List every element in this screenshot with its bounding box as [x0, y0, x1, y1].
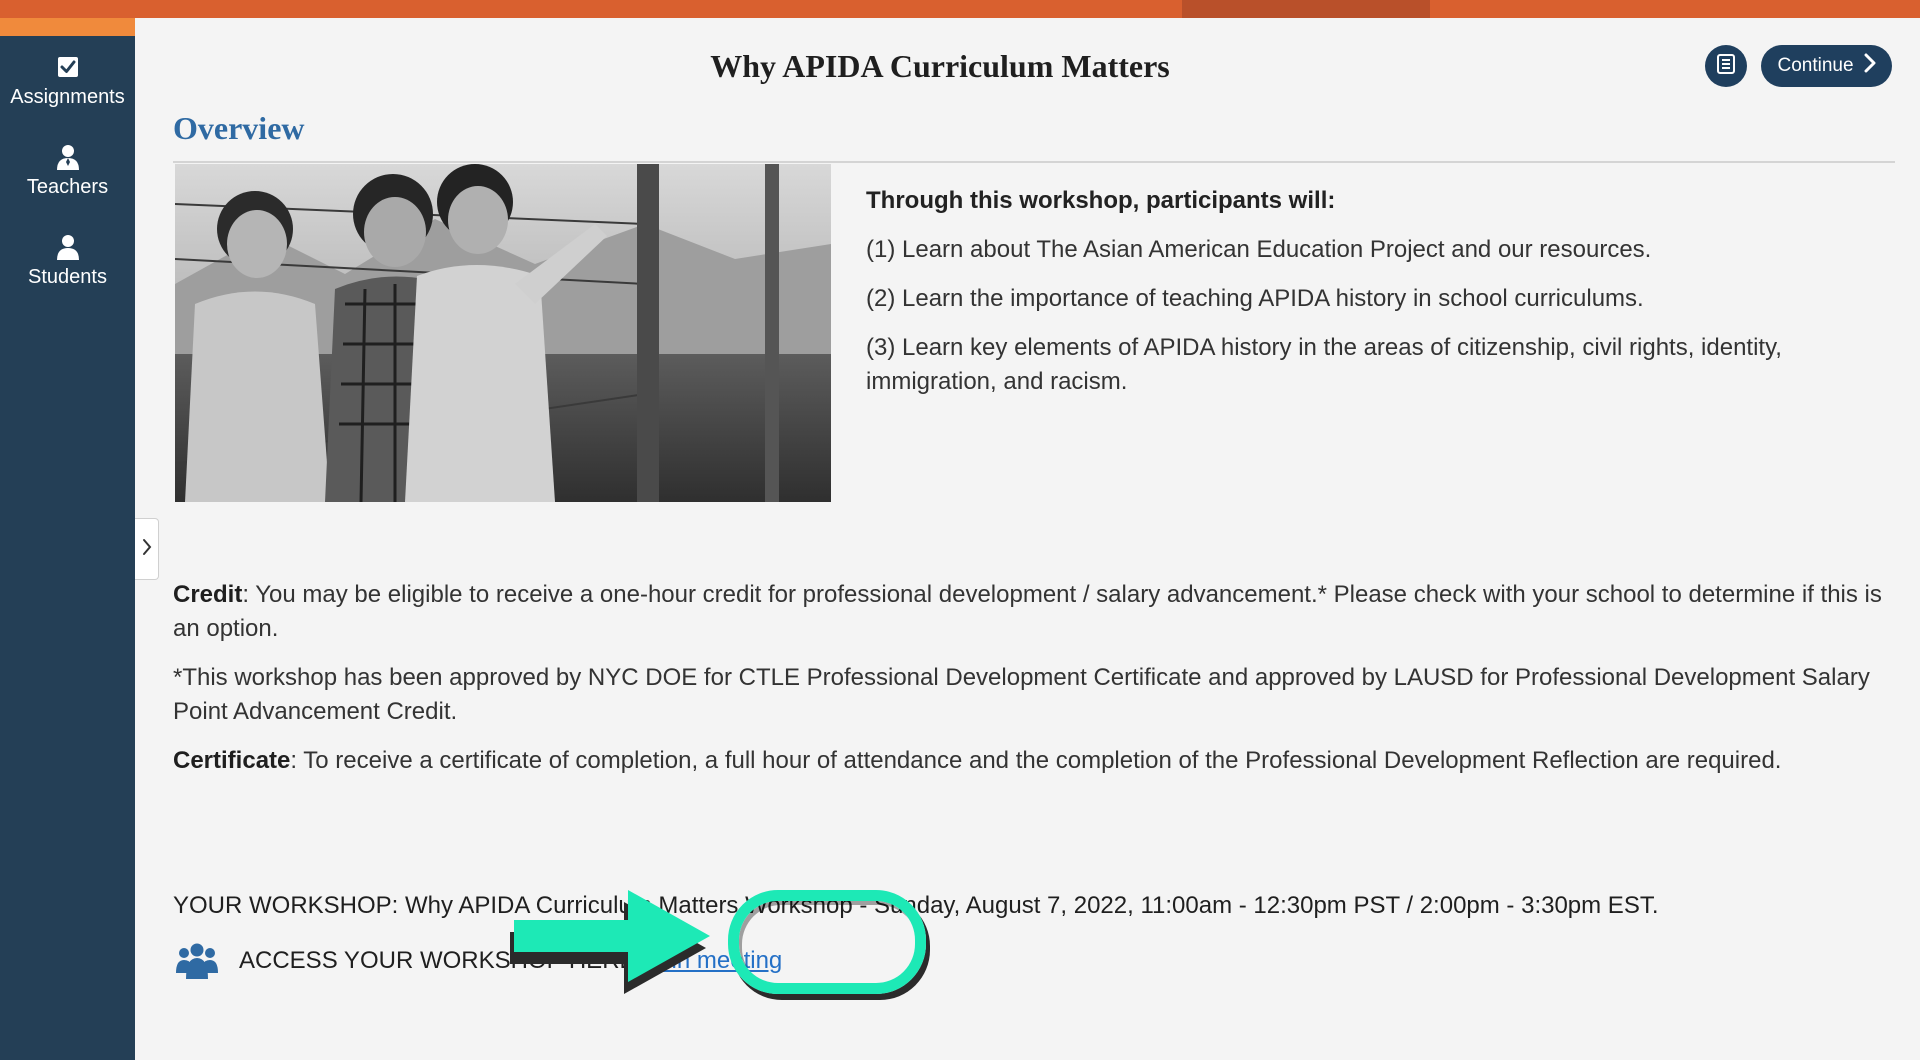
main-content: Why APIDA Curriculum Matters Continue Ov…	[135, 18, 1920, 1060]
sidebar-item-label: Teachers	[26, 175, 109, 198]
page-title: Why APIDA Curriculum Matters	[710, 48, 1170, 84]
continue-label: Continue	[1777, 55, 1854, 76]
overview-photo	[175, 164, 831, 502]
certificate-text: : To receive a certificate of completion…	[290, 747, 1782, 774]
callout-arrow	[508, 888, 718, 996]
sidebar-item-teachers[interactable]: Teachers	[0, 126, 135, 216]
sidebar-item-label: Assignments	[10, 85, 125, 108]
credit-text: : You may be eligible to receive a one-h…	[173, 581, 1882, 642]
goals-lead: Through this workshop, participants will…	[866, 187, 1336, 214]
section-divider	[173, 161, 1895, 163]
approval-note: *This workshop has been approved by NYC …	[173, 664, 1870, 725]
chevron-right-icon	[142, 538, 152, 561]
notebook-icon	[1715, 53, 1737, 80]
goal-item: (1) Learn about The Asian American Educa…	[866, 236, 1652, 263]
chevron-right-icon	[1864, 53, 1876, 79]
sidebar-accent-bar	[0, 18, 135, 36]
certificate-paragraph: Certificate: To receive a certificate of…	[173, 744, 1893, 778]
goal-item: (3) Learn key elements of APIDA history …	[866, 334, 1782, 395]
overview-heading: Overview	[173, 110, 305, 146]
credit-paragraph: Credit: You may be eligible to receive a…	[173, 578, 1893, 646]
certificate-label: Certificate	[173, 747, 291, 774]
active-top-tab[interactable]	[1182, 0, 1430, 18]
continue-button[interactable]: Continue	[1761, 45, 1892, 87]
workshop-details: Credit: You may be eligible to receive a…	[173, 578, 1893, 793]
checkbox-icon	[55, 54, 81, 80]
sidebar-item-assignments[interactable]: Assignments	[0, 36, 135, 126]
workshop-schedule: YOUR WORKSHOP: Why APIDA Curriculum Matt…	[173, 892, 1659, 919]
sidebar-item-students[interactable]: Students	[0, 216, 135, 306]
notebook-button[interactable]	[1705, 45, 1747, 87]
sidebar-collapse-toggle[interactable]	[135, 518, 159, 580]
credit-label: Credit	[173, 581, 243, 608]
top-bar	[0, 0, 1920, 18]
callout-ring	[728, 890, 926, 994]
person-icon	[55, 234, 81, 260]
goal-item: (2) Learn the importance of teaching API…	[866, 285, 1644, 312]
sidebar-item-label: Students	[28, 265, 107, 288]
person-icon	[55, 144, 81, 170]
sidebar: Assignments Teachers Students	[0, 36, 135, 1060]
app-page: Assignments Teachers Students Why APIDA …	[0, 0, 1920, 1060]
workshop-goals: Through this workshop, participants will…	[866, 184, 1866, 414]
group-icon	[175, 939, 219, 983]
